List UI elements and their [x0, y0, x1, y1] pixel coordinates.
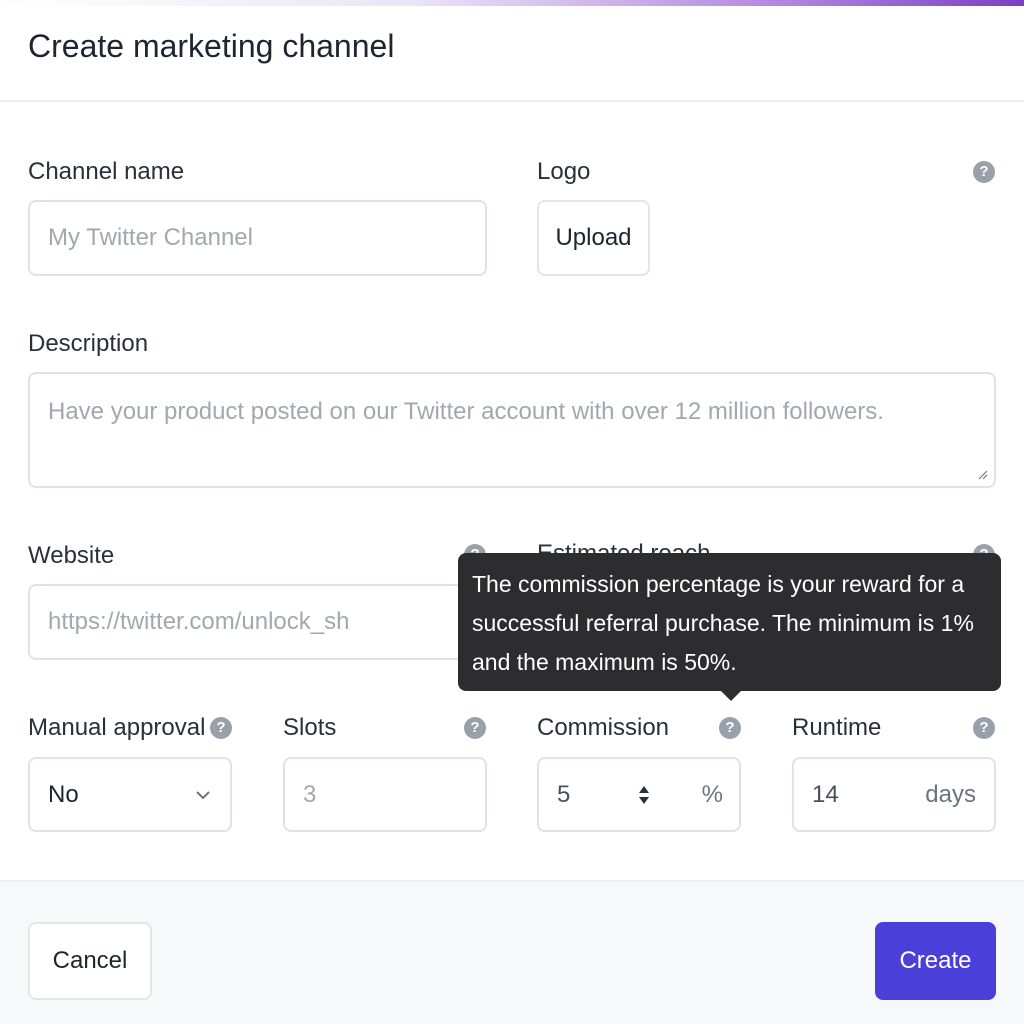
runtime-label: Runtime: [792, 714, 882, 741]
manual-approval-value: No: [48, 780, 79, 808]
runtime-value: 14: [812, 780, 839, 808]
description-placeholder: Have your product posted on our Twitter …: [48, 398, 884, 425]
dialog-title: Create marketing channel: [28, 28, 395, 64]
logo-help-icon[interactable]: ?: [973, 161, 995, 183]
slots-label: Slots: [283, 714, 337, 741]
slots-help-icon[interactable]: ?: [464, 717, 486, 739]
runtime-input[interactable]: 14 days: [792, 757, 996, 832]
cancel-button-label: Cancel: [52, 947, 128, 974]
runtime-unit: days: [925, 780, 976, 808]
commission-label: Commission: [537, 714, 670, 741]
website-input[interactable]: https://twitter.com/unlock_sh: [28, 584, 487, 660]
upload-button[interactable]: Upload: [537, 200, 650, 276]
upload-button-label: Upload: [555, 224, 632, 251]
slots-input[interactable]: 3: [283, 757, 487, 832]
manual-approval-help-icon[interactable]: ?: [210, 717, 232, 739]
logo-label: Logo: [537, 158, 591, 185]
manual-approval-label: Manual approval: [28, 714, 206, 741]
commission-tooltip: The commission percentage is your reward…: [458, 553, 1001, 691]
commission-help-icon[interactable]: ?: [719, 717, 741, 739]
website-label: Website: [28, 542, 115, 569]
channel-name-input[interactable]: My Twitter Channel: [28, 200, 487, 276]
tooltip-arrow: [720, 690, 742, 701]
description-textarea[interactable]: Have your product posted on our Twitter …: [28, 372, 996, 488]
chevron-down-icon: [196, 790, 210, 799]
channel-name-placeholder: My Twitter Channel: [48, 224, 253, 251]
dialog-footer: Cancel Create: [0, 880, 1024, 1024]
commission-unit: %: [701, 780, 723, 808]
number-stepper-icon[interactable]: [637, 780, 651, 810]
manual-approval-select[interactable]: No: [28, 757, 232, 832]
channel-name-label: Channel name: [28, 158, 185, 185]
commission-value: 5: [557, 780, 571, 808]
create-button-label: Create: [899, 947, 972, 974]
resize-grip-icon[interactable]: [978, 470, 988, 480]
runtime-help-icon[interactable]: ?: [973, 717, 995, 739]
cancel-button[interactable]: Cancel: [28, 922, 152, 1000]
commission-input[interactable]: 5 %: [537, 757, 741, 832]
description-label: Description: [28, 330, 149, 357]
slots-placeholder: 3: [303, 780, 317, 808]
website-placeholder: https://twitter.com/unlock_sh: [48, 608, 350, 635]
create-button[interactable]: Create: [875, 922, 996, 1000]
dialog-header: Create marketing channel: [0, 6, 1024, 102]
